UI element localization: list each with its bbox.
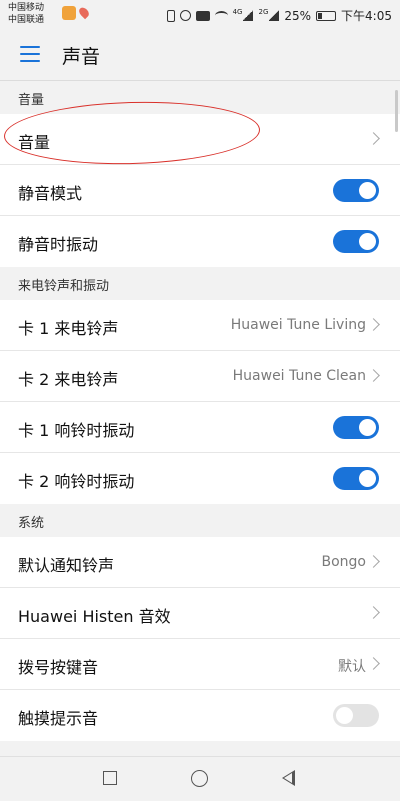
settings-list[interactable]: 音量 音量 静音模式 静音时振动 来电铃声和振动卡 1 来电铃声 Huawei Tune … <box>0 81 400 756</box>
setting-row-ringtone-0[interactable]: 卡 1 来电铃声 Huawei Tune Living <box>0 300 400 351</box>
chevron-right-icon <box>367 606 380 619</box>
carrier-1: 中国移动 <box>8 3 45 13</box>
setting-row-ringtone-1[interactable]: 卡 2 来电铃声 Huawei Tune Clean <box>0 351 400 402</box>
setting-row-system-0[interactable]: 默认通知铃声 Bongo <box>0 537 400 588</box>
setting-row-ringtone-2[interactable]: 卡 1 响铃时振动 <box>0 402 400 453</box>
toggle-knob <box>359 233 376 250</box>
carrier-labels: 中国移动 中国联通 <box>8 2 44 26</box>
alarm-icon <box>179 10 191 21</box>
setting-row-system-3[interactable]: 触摸提示音 <box>0 690 400 741</box>
toggle-switch[interactable] <box>333 467 379 490</box>
toggle-knob <box>336 707 353 724</box>
section-header-system: 系统 <box>18 516 45 531</box>
section-header-volume: 音量 <box>18 93 45 108</box>
setting-label: 卡 1 来电铃声 <box>18 319 119 338</box>
chevron-right-icon <box>367 657 380 670</box>
setting-value: 默认 <box>338 659 366 675</box>
network-badge-1: 4G <box>232 7 243 16</box>
setting-label: 静音模式 <box>18 184 83 203</box>
chevron-right-icon <box>367 318 380 331</box>
setting-label: 卡 2 来电铃声 <box>18 370 119 389</box>
clock: 下午4:05 <box>341 9 392 23</box>
setting-value: Huawei Tune Clean <box>232 368 366 384</box>
toggle-knob <box>359 419 376 436</box>
setting-row-ringtone-3[interactable]: 卡 2 响铃时振动 <box>0 453 400 504</box>
status-icons: 4G 2G 25% 下午4:05 <box>166 7 392 24</box>
setting-label: 卡 2 响铃时振动 <box>18 472 135 491</box>
home-icon[interactable] <box>191 770 208 787</box>
setting-row-volume-2[interactable]: 静音时振动 <box>0 216 400 267</box>
toggle-switch[interactable] <box>333 416 379 439</box>
hd-icon <box>195 10 210 21</box>
carrier-2: 中国联通 <box>8 15 45 25</box>
back-icon[interactable] <box>282 770 295 786</box>
toggle-knob <box>359 182 376 199</box>
battery-fill <box>318 12 323 19</box>
setting-value: Huawei Tune Living <box>230 317 366 333</box>
setting-label: 音量 <box>18 133 51 152</box>
setting-label: 触摸提示音 <box>18 709 99 728</box>
setting-value: Bongo <box>321 554 367 570</box>
toggle-switch[interactable] <box>333 179 379 202</box>
toggle-switch[interactable] <box>333 230 379 253</box>
chevron-right-icon <box>367 555 380 568</box>
toggle-knob <box>359 470 376 487</box>
setting-row-system-1[interactable]: Huawei Histen 音效 <box>0 588 400 639</box>
status-bar: 中国移动 中国联通 4G 2G 25% 下午4:05 <box>0 0 400 30</box>
section-header-ringtone: 来电铃声和振动 <box>18 279 110 294</box>
navigation-bar <box>0 756 400 801</box>
recent-apps-icon[interactable] <box>103 771 117 785</box>
setting-row-volume-0[interactable]: 音量 <box>0 114 400 165</box>
page-title: 声音 <box>62 46 101 68</box>
scrollbar[interactable] <box>395 90 398 132</box>
network-badge-2: 2G <box>258 7 269 16</box>
toggle-switch[interactable] <box>333 704 379 727</box>
battery-percent: 25% <box>284 8 312 23</box>
setting-row-volume-1[interactable]: 静音模式 <box>0 165 400 216</box>
battery-icon <box>316 10 337 21</box>
app-notification-icon <box>62 6 76 20</box>
setting-row-system-2[interactable]: 拨号按键音 默认 <box>0 639 400 690</box>
setting-label: 拨号按键音 <box>18 658 99 677</box>
vibrate-icon <box>166 9 175 22</box>
location-icon <box>77 5 91 20</box>
hamburger-icon[interactable] <box>20 46 40 62</box>
signal-2-icon <box>269 10 280 21</box>
signal-1-icon <box>243 10 254 21</box>
app-bar: 声音 <box>0 30 400 81</box>
chevron-right-icon <box>367 132 380 145</box>
setting-label: Huawei Histen 音效 <box>18 607 171 626</box>
wifi-icon <box>214 11 228 20</box>
setting-label: 静音时振动 <box>18 235 99 254</box>
chevron-right-icon <box>367 369 380 382</box>
setting-label: 默认通知铃声 <box>18 556 115 575</box>
setting-label: 卡 1 响铃时振动 <box>18 421 135 440</box>
